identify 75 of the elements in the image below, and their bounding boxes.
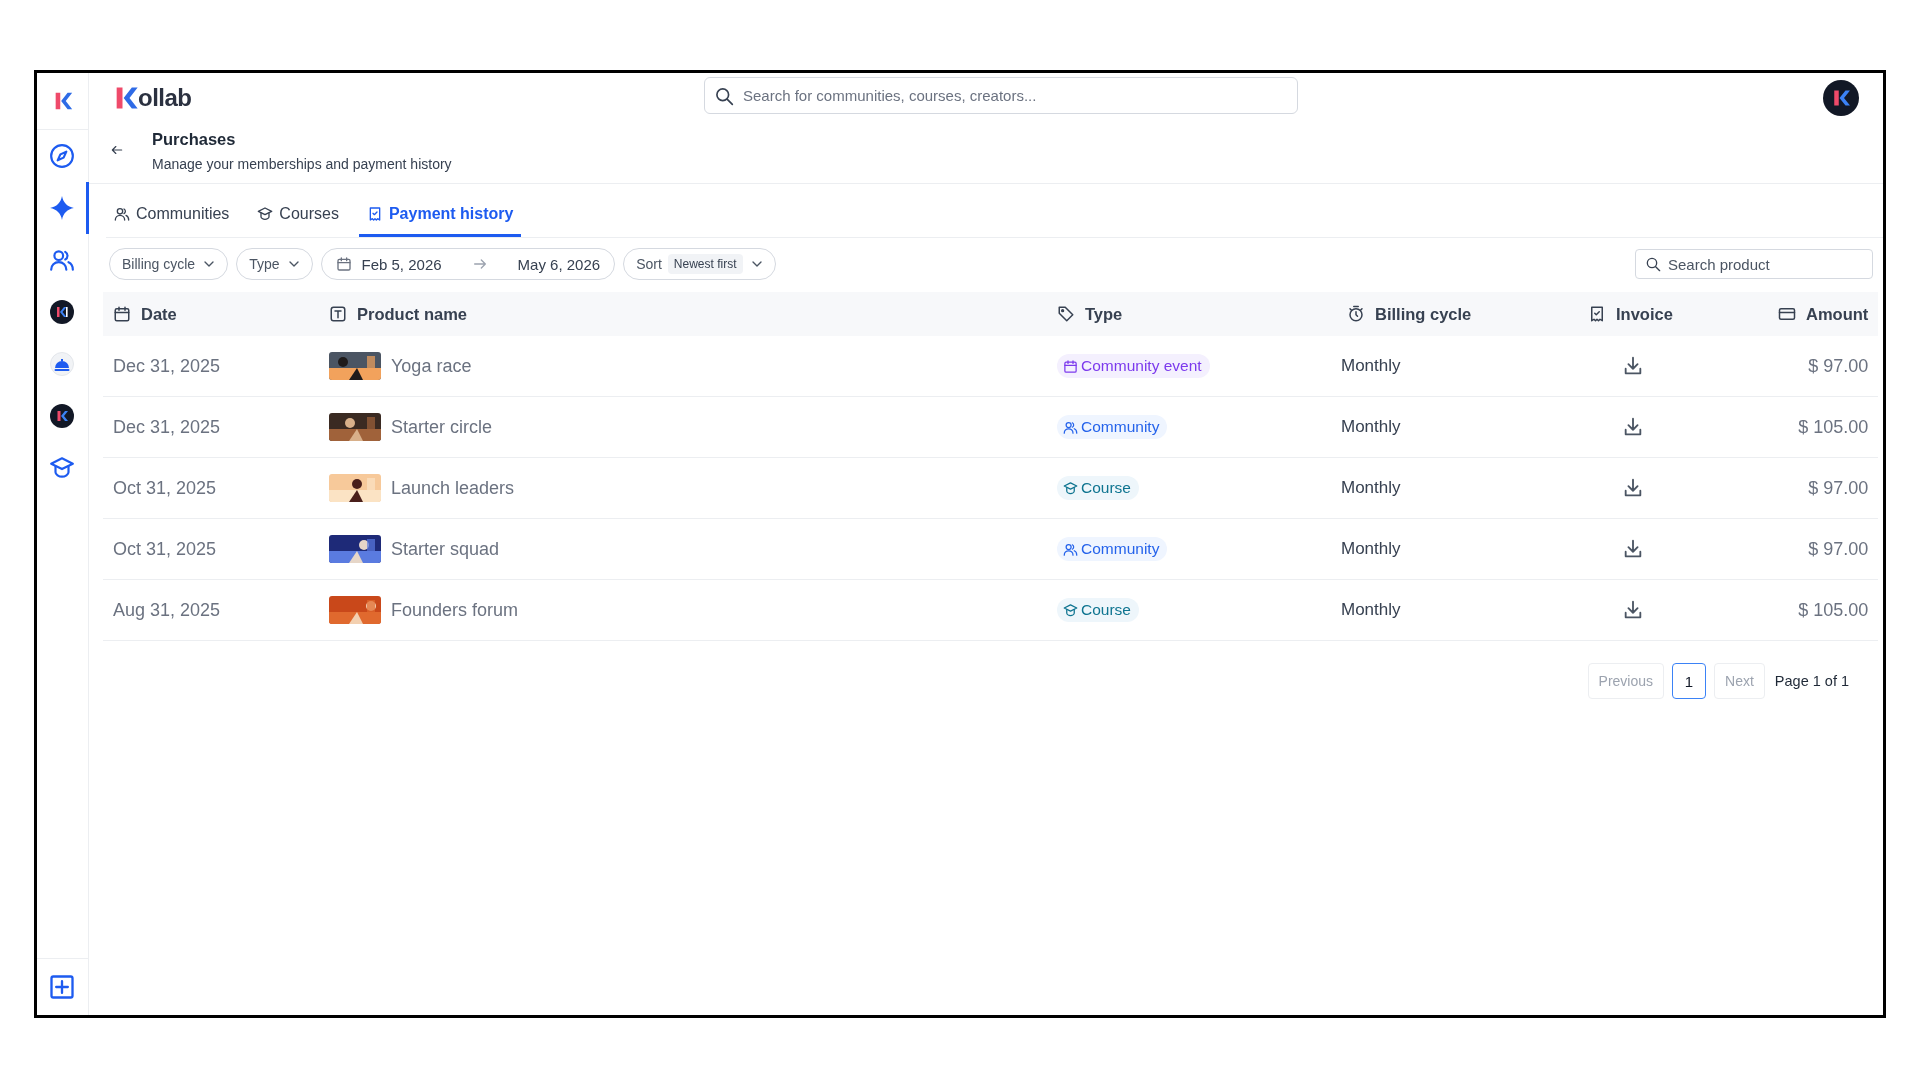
amount-cell: $ 97.00 xyxy=(1768,458,1879,519)
calendar-icon xyxy=(1063,358,1078,374)
column-label: Product name xyxy=(357,304,468,324)
page-summary: Page 1 of 1 xyxy=(1774,673,1849,689)
avatar-icon xyxy=(49,404,74,428)
download-button[interactable] xyxy=(1622,355,1644,377)
column-label: Billing cycle xyxy=(1375,304,1472,324)
amount-cell: $ 105.00 xyxy=(1768,580,1879,641)
date-cell: Dec 31, 2025 xyxy=(103,397,319,458)
page-button[interactable]: 1 xyxy=(1672,663,1707,699)
receipt-icon xyxy=(1588,305,1606,323)
column-label: Amount xyxy=(1806,304,1869,324)
product-search-field[interactable]: Search product xyxy=(1635,249,1873,279)
filter-dropdown[interactable]: Billing cycle xyxy=(109,248,229,280)
tab[interactable]: Communities xyxy=(106,194,238,237)
type-badge: Course xyxy=(1057,476,1139,500)
compass-icon xyxy=(48,143,75,169)
date-range-field[interactable]: Feb 5, 2026 May 6, 2026 xyxy=(320,248,616,280)
column-label: Invoice xyxy=(1616,304,1673,324)
sort-dropdown[interactable]: Sort Newest first xyxy=(623,248,776,280)
column-label: Type xyxy=(1085,304,1123,324)
people-icon xyxy=(48,247,75,273)
graduation-cap-icon xyxy=(48,455,75,481)
page-title: Purchases xyxy=(152,130,237,149)
download-button[interactable] xyxy=(1622,599,1644,621)
type-badge: Community event xyxy=(1057,354,1210,378)
people-icon xyxy=(114,206,130,222)
add-icon xyxy=(47,973,76,1001)
date-cell: Aug 31, 2025 xyxy=(103,580,319,641)
calendar-icon xyxy=(335,256,352,272)
date-cell: Dec 31, 2025 xyxy=(103,336,319,397)
search-field[interactable]: Search for communities, courses, creators... xyxy=(704,77,1298,114)
type-badge: Community xyxy=(1057,537,1168,561)
amount-cell: $ 97.00 xyxy=(1768,519,1879,580)
filter-dropdown[interactable]: Type xyxy=(236,248,313,280)
product-name: Starter circle xyxy=(391,416,493,438)
search-icon xyxy=(1645,256,1661,272)
column-label: Date xyxy=(141,304,177,324)
search-icon xyxy=(714,86,734,106)
product-name: Founders forum xyxy=(391,599,519,621)
people-icon xyxy=(1063,419,1078,435)
date-cell: Oct 31, 2025 xyxy=(103,458,319,519)
date-cell: Oct 31, 2025 xyxy=(103,519,319,580)
credit-card-icon xyxy=(1778,305,1796,323)
download-button[interactable] xyxy=(1622,416,1644,438)
avatar-icon xyxy=(49,300,74,324)
service-bell-icon xyxy=(49,352,74,376)
download-button[interactable] xyxy=(1622,538,1644,560)
brand-name: ollab xyxy=(138,84,192,112)
people-icon xyxy=(1063,541,1078,557)
graduation-cap-icon xyxy=(1063,602,1078,618)
amount-cell: $ 105.00 xyxy=(1768,397,1879,458)
profile-avatar[interactable] xyxy=(1823,80,1859,116)
page-subtitle: Manage your memberships and payment history xyxy=(152,156,452,172)
timer-icon xyxy=(1347,305,1365,323)
type-badge: Course xyxy=(1057,598,1139,622)
tab[interactable]: Courses xyxy=(249,194,347,237)
download-button[interactable] xyxy=(1622,477,1644,499)
text-icon xyxy=(329,305,347,323)
calendar-icon xyxy=(113,305,131,323)
arrow-right-icon xyxy=(471,256,488,272)
graduation-cap-icon xyxy=(1063,480,1078,496)
amount-cell: $ 97.00 xyxy=(1768,336,1879,397)
tag-icon xyxy=(1057,305,1075,323)
billing-cycle-cell: Monthly xyxy=(1337,580,1578,641)
graduation-cap-icon xyxy=(257,206,274,222)
billing-cycle-cell: Monthly xyxy=(1337,519,1578,580)
product-name: Yoga race xyxy=(391,355,472,377)
product-name: Starter squad xyxy=(391,538,500,560)
billing-cycle-cell: Monthly xyxy=(1337,336,1578,397)
type-badge: Community xyxy=(1057,415,1168,439)
product-name: Launch leaders xyxy=(391,477,515,499)
tab[interactable]: Payment history xyxy=(358,194,522,237)
billing-cycle-cell: Monthly xyxy=(1337,458,1578,519)
billing-cycle-cell: Monthly xyxy=(1337,397,1578,458)
